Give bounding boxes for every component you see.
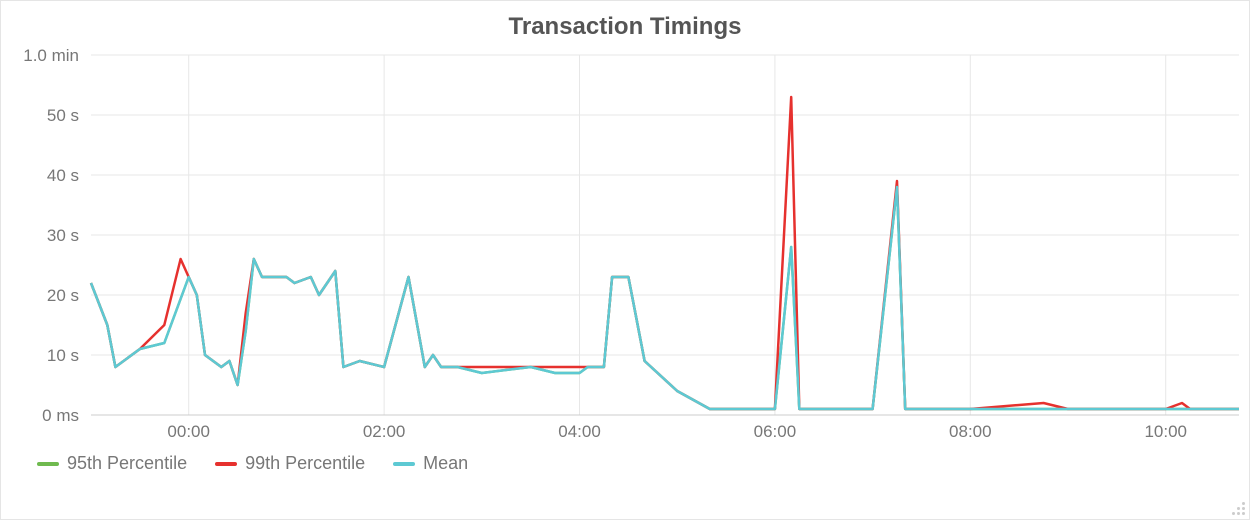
- legend: 95th Percentile 99th Percentile Mean: [1, 445, 1249, 474]
- svg-text:20 s: 20 s: [47, 286, 79, 305]
- chart-card: Transaction Timings 0 ms 10 s 20 s 30 s 40 s…: [0, 0, 1250, 520]
- legend-label-95th: 95th Percentile: [67, 453, 187, 474]
- legend-item-99th[interactable]: 99th Percentile: [215, 453, 365, 474]
- svg-text:1.0 min: 1.0 min: [23, 46, 79, 65]
- svg-text:0 ms: 0 ms: [42, 406, 79, 425]
- svg-text:10 s: 10 s: [47, 346, 79, 365]
- svg-text:40 s: 40 s: [47, 166, 79, 185]
- legend-label-99th: 99th Percentile: [245, 453, 365, 474]
- svg-text:50 s: 50 s: [47, 106, 79, 125]
- swatch-95th: [37, 462, 59, 466]
- svg-text:08:00: 08:00: [949, 422, 992, 441]
- svg-text:00:00: 00:00: [167, 422, 210, 441]
- svg-text:02:00: 02:00: [363, 422, 406, 441]
- svg-text:04:00: 04:00: [558, 422, 601, 441]
- chart-svg: 0 ms 10 s 20 s 30 s 40 s 50 s 1.0 min 00:00 02:0…: [1, 45, 1249, 445]
- legend-label-mean: Mean: [423, 453, 468, 474]
- legend-item-mean[interactable]: Mean: [393, 453, 468, 474]
- swatch-mean: [393, 462, 415, 466]
- swatch-99th: [215, 462, 237, 466]
- svg-text:10:00: 10:00: [1144, 422, 1187, 441]
- svg-text:30 s: 30 s: [47, 226, 79, 245]
- svg-text:06:00: 06:00: [754, 422, 797, 441]
- resize-handle-icon[interactable]: [1229, 499, 1245, 515]
- chart-title: Transaction Timings: [1, 1, 1249, 45]
- plot-area: 0 ms 10 s 20 s 30 s 40 s 50 s 1.0 min 00:00 02:0…: [1, 45, 1249, 445]
- legend-item-95th[interactable]: 95th Percentile: [37, 453, 187, 474]
